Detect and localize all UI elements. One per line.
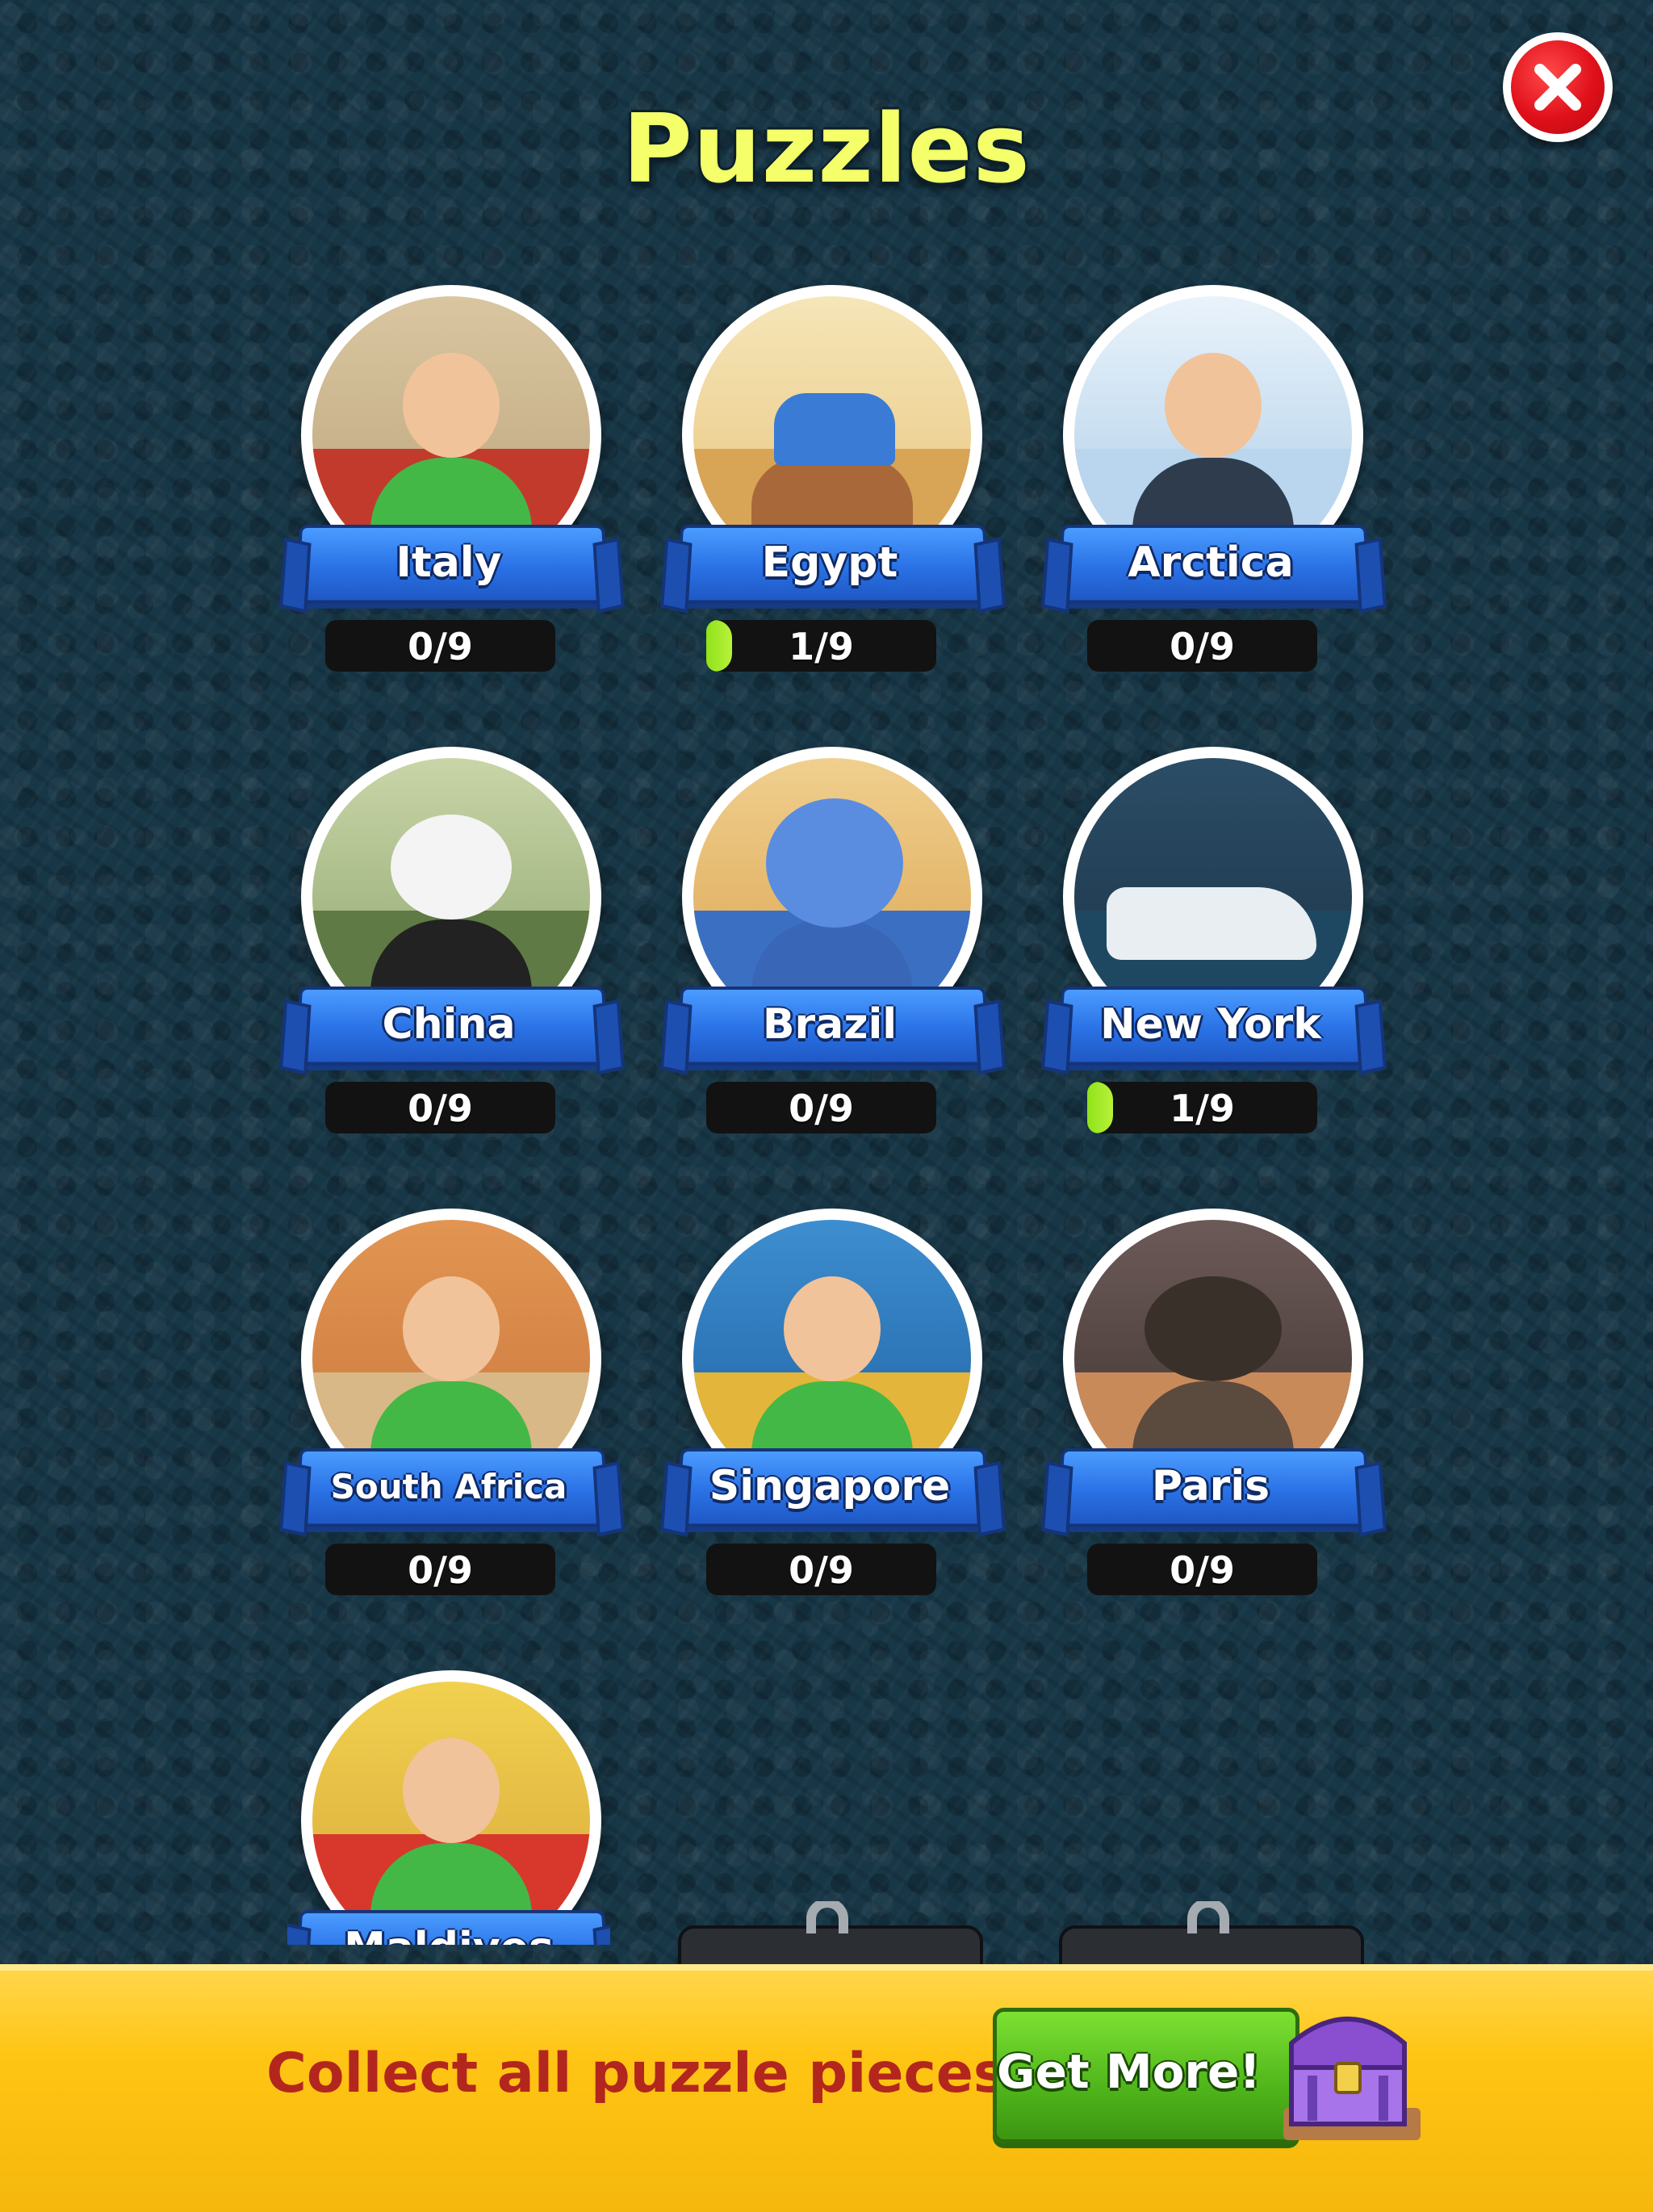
get-more-label: Get More!	[997, 2044, 1261, 2099]
puzzle-progress-bar: 0/9	[1087, 620, 1317, 672]
progress-text: 0/9	[408, 1087, 473, 1130]
puzzle-name-banner: Arctica	[1049, 524, 1372, 604]
puzzle-card-china[interactable]: China 0/9	[287, 747, 610, 1134]
footer-bar: Collect all puzzle pieces! Get More!	[0, 1964, 1653, 2212]
page-title: Puzzles	[622, 93, 1031, 204]
progress-text: 0/9	[789, 1548, 854, 1592]
puzzle-name-banner: Egypt	[668, 524, 991, 604]
puzzle-progress-bar: 0/9	[706, 1544, 936, 1595]
treasure-chest-icon	[1283, 2017, 1421, 2140]
progress-text: 0/9	[408, 625, 473, 668]
puzzle-card-brazil[interactable]: Brazil 0/9	[668, 747, 991, 1134]
footer-message: Collect all puzzle pieces!	[266, 2042, 1032, 2105]
puzzle-progress-bar: 0/9	[325, 1082, 555, 1133]
puzzle-name-banner: Singapore	[668, 1447, 991, 1527]
puzzle-card-paris[interactable]: Paris 0/9	[1049, 1209, 1372, 1596]
puzzle-card-new-york[interactable]: New York 1/9	[1049, 747, 1372, 1134]
puzzle-card-maldives[interactable]: Maldives	[287, 1670, 610, 1945]
puzzle-name: Paris	[1151, 1462, 1270, 1510]
puzzle-name-banner: Maldives	[287, 1909, 610, 1945]
puzzle-name-banner: Paris	[1049, 1447, 1372, 1527]
close-x-icon	[1534, 64, 1581, 111]
puzzle-name-banner: South Africa	[287, 1447, 610, 1527]
progress-text: 0/9	[408, 1548, 473, 1592]
puzzle-progress-bar: 0/9	[1087, 1544, 1317, 1595]
progress-text: 0/9	[1170, 625, 1235, 668]
padlock-icon	[1187, 1901, 1229, 1933]
puzzle-progress-bar: 1/9	[1087, 1082, 1317, 1133]
puzzle-name-banner: New York	[1049, 986, 1372, 1066]
puzzle-name-banner: Italy	[287, 524, 610, 604]
puzzle-progress-bar: 0/9	[325, 620, 555, 672]
puzzle-name: Maldives	[287, 1924, 610, 1945]
puzzle-progress-bar: 0/9	[325, 1544, 555, 1595]
puzzle-name-banner: China	[287, 986, 610, 1066]
puzzle-portrait	[301, 1670, 601, 1945]
puzzle-card-singapore[interactable]: Singapore 0/9	[668, 1209, 991, 1596]
puzzle-name: Singapore	[709, 1462, 951, 1510]
padlock-icon	[806, 1901, 848, 1933]
puzzle-name: Italy	[395, 538, 502, 587]
locked-puzzle-slot[interactable]	[1059, 1901, 1364, 1988]
progress-text: 0/9	[1170, 1548, 1235, 1592]
puzzle-name: China	[382, 1000, 516, 1049]
puzzle-card-arctica[interactable]: Arctica 0/9	[1049, 285, 1372, 672]
locked-puzzle-slot[interactable]	[678, 1901, 983, 1988]
puzzle-name: Egypt	[761, 538, 898, 587]
puzzle-progress-bar: 1/9	[706, 620, 936, 672]
progress-text: 1/9	[789, 625, 854, 668]
puzzle-name: Brazil	[762, 1000, 898, 1049]
puzzle-card-egypt[interactable]: Egypt 1/9	[668, 285, 991, 672]
puzzle-name: Arctica	[1128, 538, 1294, 587]
puzzle-name-banner: Brazil	[668, 986, 991, 1066]
puzzle-card-south-africa[interactable]: South Africa 0/9	[287, 1209, 610, 1596]
puzzle-card-italy[interactable]: Italy 0/9	[287, 285, 610, 672]
progress-text: 0/9	[789, 1087, 854, 1130]
close-button[interactable]	[1503, 32, 1613, 142]
puzzle-progress-bar: 0/9	[706, 1082, 936, 1133]
progress-text: 1/9	[1170, 1087, 1235, 1130]
puzzle-name: South Africa	[330, 1467, 567, 1506]
puzzle-name: New York	[1100, 1000, 1321, 1049]
get-more-button[interactable]: Get More!	[993, 2008, 1299, 2143]
